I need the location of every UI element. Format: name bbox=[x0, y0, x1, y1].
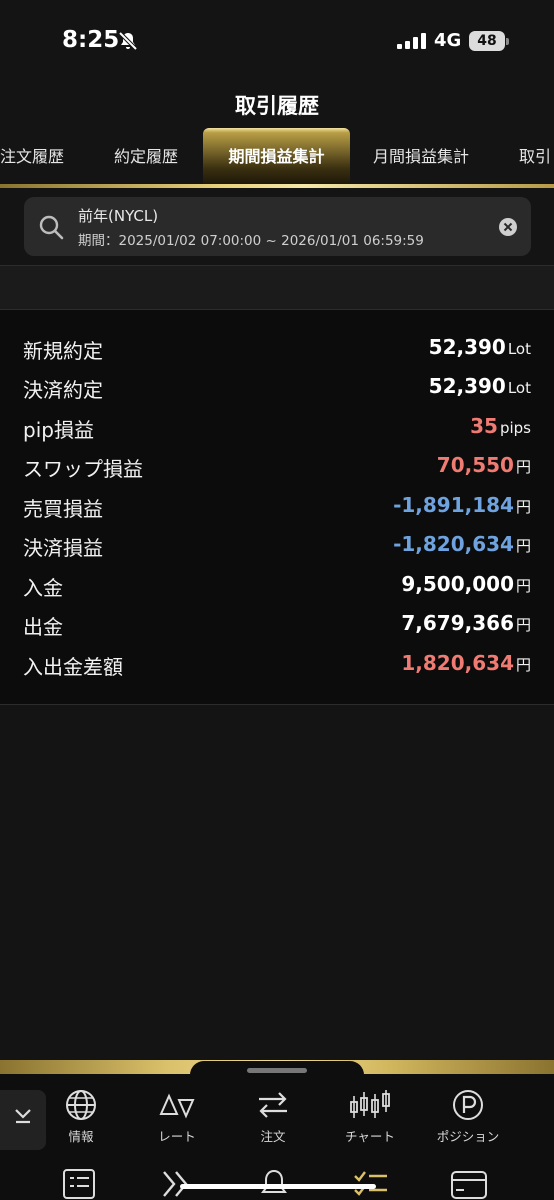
search-icon bbox=[39, 215, 64, 240]
home-indicator bbox=[180, 1184, 376, 1189]
tab-period-pl[interactable]: 期間損益集計 bbox=[203, 128, 350, 186]
summary-label: pip損益 bbox=[23, 418, 94, 442]
summary-value: 52,390 Lot bbox=[428, 374, 531, 398]
tab-execution-history[interactable]: 約定履歴 bbox=[114, 128, 178, 186]
tab-bar: 注文履歴 約定履歴 期間損益集計 月間損益集計 取引 bbox=[0, 128, 554, 190]
summary-label: 決済約定 bbox=[23, 378, 103, 402]
period-name: 前年(NYCL) bbox=[78, 207, 159, 225]
nav-rate[interactable]: レート bbox=[132, 1088, 222, 1145]
summary-row-new-trades: 新規約定 52,390 Lot bbox=[0, 331, 554, 370]
page-title: 取引履歴 bbox=[235, 94, 319, 118]
nav-position[interactable]: ポジション bbox=[423, 1088, 513, 1145]
nav-drag-handle[interactable] bbox=[190, 1061, 364, 1091]
summary-label: 新規約定 bbox=[23, 339, 103, 363]
tab-monthly-pl[interactable]: 月間損益集計 bbox=[373, 128, 469, 186]
summary-row-settlement-pl: 決済損益 -1,820,634 円 bbox=[0, 528, 554, 567]
battery-tip bbox=[506, 38, 509, 45]
period-search[interactable]: 前年(NYCL) 期間：2025/01/02 07:00:00 ~ 2026/0… bbox=[24, 197, 531, 256]
summary-row-closed-trades: 決済約定 52,390 Lot bbox=[0, 370, 554, 409]
tab-underline bbox=[0, 184, 554, 188]
exchange-icon bbox=[259, 1092, 287, 1118]
position-icon bbox=[453, 1090, 483, 1120]
nav-info[interactable]: 情報 bbox=[36, 1088, 126, 1145]
summary-row-swap-pl: スワップ損益 70,550 円 bbox=[0, 449, 554, 488]
status-bar: 8:25 4G 48 bbox=[0, 0, 554, 84]
period-range: 期間：2025/01/02 07:00:00 ~ 2026/01/01 06:5… bbox=[78, 233, 424, 249]
summary-value: 70,550 円 bbox=[436, 453, 531, 477]
network-type: 4G bbox=[434, 30, 462, 51]
summary-value: 52,390 Lot bbox=[428, 335, 531, 359]
bell-muted-icon bbox=[118, 31, 138, 51]
nav-label: 注文 bbox=[260, 1129, 286, 1144]
signal-icon bbox=[397, 33, 426, 49]
summary-value: 1,820,634 円 bbox=[401, 651, 531, 675]
nav-label: レート bbox=[158, 1129, 196, 1144]
summary-value: -1,820,634 円 bbox=[393, 532, 531, 556]
summary-row-deposit: 入金 9,500,000 円 bbox=[0, 568, 554, 607]
summary-value: -1,891,184 円 bbox=[393, 493, 531, 517]
summary-label: 入出金差額 bbox=[23, 655, 123, 679]
summary-row-trading-pl: 売買損益 -1,891,184 円 bbox=[0, 489, 554, 528]
summary-label: 売買損益 bbox=[23, 497, 103, 521]
rate-icon bbox=[159, 1093, 195, 1119]
globe-icon bbox=[66, 1090, 96, 1120]
nav-label: 情報 bbox=[68, 1129, 94, 1144]
card-icon[interactable] bbox=[450, 1168, 488, 1200]
nav-chart[interactable]: チャート bbox=[325, 1088, 415, 1145]
summary-value: 7,679,366 円 bbox=[401, 611, 531, 635]
nav-label: チャート bbox=[345, 1129, 395, 1144]
summary-label: スワップ損益 bbox=[23, 457, 143, 481]
summary-row-net-deposit: 入出金差額 1,820,634 円 bbox=[0, 647, 554, 686]
divider bbox=[0, 704, 554, 705]
summary-value: 35 pips bbox=[470, 414, 531, 438]
nav-order[interactable]: 注文 bbox=[228, 1088, 318, 1145]
tab-order-history[interactable]: 注文履歴 bbox=[0, 128, 64, 186]
summary-label: 出金 bbox=[23, 615, 63, 639]
clear-icon[interactable] bbox=[498, 217, 518, 237]
nav-label: ポジション bbox=[436, 1129, 500, 1144]
summary-value: 9,500,000 円 bbox=[401, 572, 531, 596]
summary-row-withdrawal: 出金 7,679,366 円 bbox=[0, 607, 554, 646]
drag-handle-bar bbox=[247, 1068, 307, 1073]
tab-trade[interactable]: 取引 bbox=[519, 128, 551, 186]
spacer-band bbox=[0, 266, 554, 309]
candlestick-icon bbox=[350, 1090, 390, 1118]
chevron-down-icon bbox=[15, 1109, 31, 1124]
list-icon[interactable] bbox=[62, 1168, 96, 1200]
summary-row-pip-pl: pip損益 35 pips bbox=[0, 410, 554, 449]
summary-label: 決済損益 bbox=[23, 536, 103, 560]
summary-label: 入金 bbox=[23, 576, 63, 600]
battery-icon: 48 bbox=[469, 31, 505, 51]
clock: 8:25 bbox=[62, 27, 120, 53]
